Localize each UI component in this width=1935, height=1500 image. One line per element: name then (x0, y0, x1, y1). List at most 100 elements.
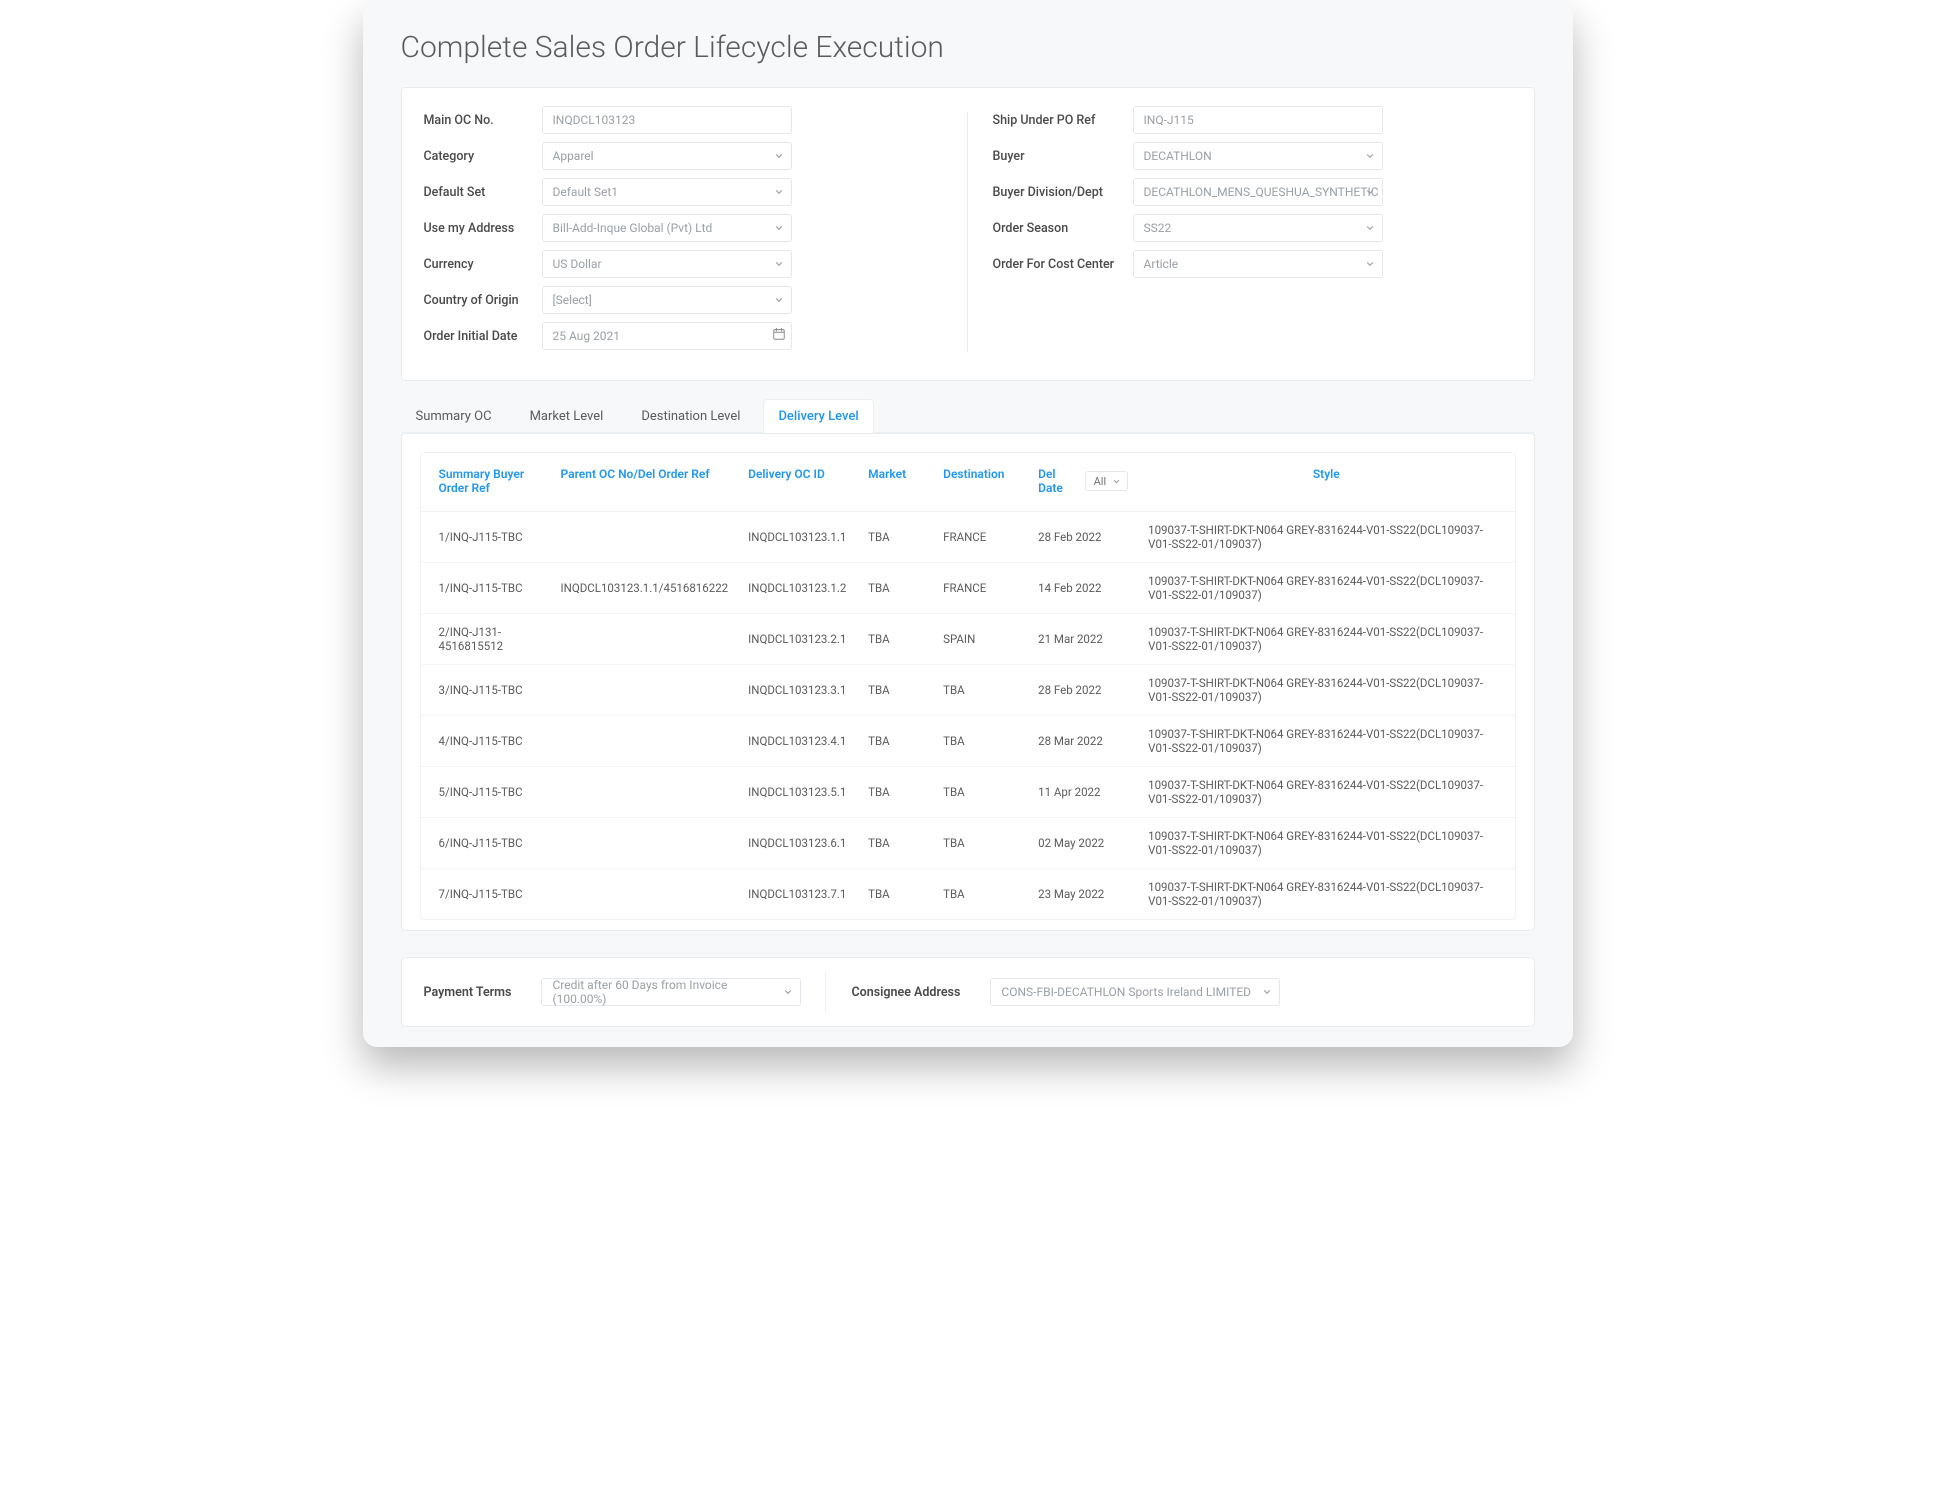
cell-delivery-oc: INQDCL103123.7.1 (738, 869, 858, 920)
cell-destination: TBA (933, 767, 1028, 818)
cell-delivery-oc: INQDCL103123.1.2 (738, 563, 858, 614)
cell-parent-oc (551, 767, 739, 818)
cell-parent-oc: INQDCL103123.1.1/4516816222 (551, 563, 739, 614)
tab-destination-level[interactable]: Destination Level (626, 399, 755, 433)
cell-delivery-oc: INQDCL103123.2.1 (738, 614, 858, 665)
table-row[interactable]: 5/INQ-J115-TBCINQDCL103123.5.1TBATBA11 A… (421, 767, 1515, 818)
cell-market: TBA (858, 716, 933, 767)
order-for-cost-center-label: Order For Cost Center (993, 257, 1133, 272)
cell-parent-oc (551, 614, 739, 665)
calendar-icon (772, 327, 786, 345)
tabs-bar: Summary OCMarket LevelDestination LevelD… (401, 399, 1535, 433)
category-label: Category (424, 149, 542, 164)
cell-delivery-oc: INQDCL103123.5.1 (738, 767, 858, 818)
cell-del-date: 14 Feb 2022 (1028, 563, 1138, 614)
cell-delivery-oc: INQDCL103123.1.1 (738, 512, 858, 563)
table-row[interactable]: 2/INQ-J131-4516815512 INQDCL103123.2.1TBA… (421, 614, 1515, 665)
currency-select[interactable]: US Dollar (542, 250, 792, 278)
payment-terms-select[interactable]: Credit after 60 Days from Invoice (100.0… (541, 978, 801, 1006)
order-for-cost-center-select[interactable]: Article (1133, 250, 1383, 278)
col-style[interactable]: Style (1138, 453, 1514, 512)
buyer-label: Buyer (993, 149, 1133, 164)
col-del-date-label: Del Date (1038, 467, 1078, 495)
category-select[interactable]: Apparel (542, 142, 792, 170)
ship-under-po-ref-input[interactable]: INQ-J115 (1133, 106, 1383, 134)
cell-market: TBA (858, 563, 933, 614)
cell-destination: TBA (933, 716, 1028, 767)
tab-delivery-level[interactable]: Delivery Level (763, 399, 873, 433)
consignee-address-label: Consignee Address (851, 985, 960, 1000)
form-left-column: Main OC No. INQDCL103123 Category Appare… (424, 106, 943, 358)
cell-style: 109037-T-SHIRT-DKT-N064 GREY-8316244-V01… (1138, 563, 1514, 614)
delivery-table: Summary Buyer Order Ref Parent OC No/Del… (421, 453, 1515, 919)
cell-market: TBA (858, 614, 933, 665)
buyer-division-label: Buyer Division/Dept (993, 185, 1133, 200)
table-row[interactable]: 6/INQ-J115-TBCINQDCL103123.6.1TBATBA02 M… (421, 818, 1515, 869)
cell-market: TBA (858, 512, 933, 563)
cell-parent-oc (551, 716, 739, 767)
cell-style: 109037-T-SHIRT-DKT-N064 GREY-8316244-V01… (1138, 665, 1514, 716)
cell-delivery-oc: INQDCL103123.4.1 (738, 716, 858, 767)
cell-del-date: 28 Mar 2022 (1028, 716, 1138, 767)
tab-summary-oc[interactable]: Summary OC (401, 399, 507, 433)
cell-delivery-oc: INQDCL103123.6.1 (738, 818, 858, 869)
cell-delivery-oc: INQDCL103123.3.1 (738, 665, 858, 716)
del-date-filter-value: All (1094, 475, 1107, 488)
col-destination[interactable]: Destination (933, 453, 1028, 512)
header-form-panel: Main OC No. INQDCL103123 Category Appare… (401, 87, 1535, 381)
del-date-filter-select[interactable]: All (1085, 471, 1129, 491)
default-set-select[interactable]: Default Set1 (542, 178, 792, 206)
buyer-select[interactable]: DECATHLON (1133, 142, 1383, 170)
buyer-division-select[interactable]: DECATHLON_MENS_QUESHUA_SYNTHETIC (1133, 178, 1383, 206)
cell-summary-ref: 7/INQ-J115-TBC (421, 869, 551, 920)
order-season-select[interactable]: SS22 (1133, 214, 1383, 242)
col-market[interactable]: Market (858, 453, 933, 512)
cell-summary-ref: 1/INQ-J115-TBC (421, 512, 551, 563)
currency-label: Currency (424, 257, 542, 272)
cell-destination: TBA (933, 818, 1028, 869)
cell-market: TBA (858, 818, 933, 869)
cell-del-date: 28 Feb 2022 (1028, 665, 1138, 716)
cell-style: 109037-T-SHIRT-DKT-N064 GREY-8316244-V01… (1138, 767, 1514, 818)
page-title: Complete Sales Order Lifecycle Execution (401, 30, 1535, 65)
cell-parent-oc (551, 512, 739, 563)
table-row[interactable]: 1/INQ-J115-TBCINQDCL103123.1.1/451681622… (421, 563, 1515, 614)
cell-summary-ref: 5/INQ-J115-TBC (421, 767, 551, 818)
cell-market: TBA (858, 767, 933, 818)
use-my-address-select[interactable]: Bill-Add-Inque Global (Pvt) Ltd (542, 214, 792, 242)
table-row[interactable]: 7/INQ-J115-TBCINQDCL103123.7.1TBATBA23 M… (421, 869, 1515, 920)
country-of-origin-label: Country of Origin (424, 293, 542, 308)
cell-destination: FRANCE (933, 512, 1028, 563)
col-del-date[interactable]: Del Date All (1028, 453, 1138, 512)
cell-summary-ref: 1/INQ-J115-TBC (421, 563, 551, 614)
col-summary-ref[interactable]: Summary Buyer Order Ref (421, 453, 551, 512)
table-row[interactable]: 1/INQ-J115-TBC INQDCL103123.1.1TBAFRANCE2… (421, 512, 1515, 563)
cell-del-date: 11 Apr 2022 (1028, 767, 1138, 818)
order-initial-date-input[interactable]: 25 Aug 2021 (542, 322, 792, 350)
tab-market-level[interactable]: Market Level (515, 399, 619, 433)
col-parent-oc[interactable]: Parent OC No/Del Order Ref (551, 453, 739, 512)
cell-parent-oc (551, 869, 739, 920)
cell-summary-ref: 2/INQ-J131-4516815512 (421, 614, 551, 665)
cell-destination: TBA (933, 869, 1028, 920)
consignee-address-select[interactable]: CONS-FBI-DECATHLON Sports Ireland LIMITE… (990, 978, 1280, 1006)
page-container: Complete Sales Order Lifecycle Execution… (363, 0, 1573, 1047)
cell-summary-ref: 6/INQ-J115-TBC (421, 818, 551, 869)
order-season-label: Order Season (993, 221, 1133, 236)
main-oc-no-label: Main OC No. (424, 113, 542, 128)
cell-del-date: 21 Mar 2022 (1028, 614, 1138, 665)
col-delivery-oc[interactable]: Delivery OC ID (738, 453, 858, 512)
country-of-origin-select[interactable]: [Select] (542, 286, 792, 314)
payment-terms-label: Payment Terms (424, 985, 512, 1000)
order-initial-date-label: Order Initial Date (424, 329, 542, 344)
cell-del-date: 28 Feb 2022 (1028, 512, 1138, 563)
table-row[interactable]: 3/INQ-J115-TBCINQDCL103123.3.1TBATBA28 F… (421, 665, 1515, 716)
table-row[interactable]: 4/INQ-J115-TBCINQDCL103123.4.1TBATBA28 M… (421, 716, 1515, 767)
form-right-column: Ship Under PO Ref INQ-J115 Buyer DECATHL… (993, 106, 1512, 358)
main-oc-no-input[interactable]: INQDCL103123 (542, 106, 792, 134)
cell-market: TBA (858, 665, 933, 716)
cell-destination: TBA (933, 665, 1028, 716)
cell-parent-oc (551, 818, 739, 869)
cell-style: 109037-T-SHIRT-DKT-N064 GREY-8316244-V01… (1138, 716, 1514, 767)
cell-summary-ref: 4/INQ-J115-TBC (421, 716, 551, 767)
